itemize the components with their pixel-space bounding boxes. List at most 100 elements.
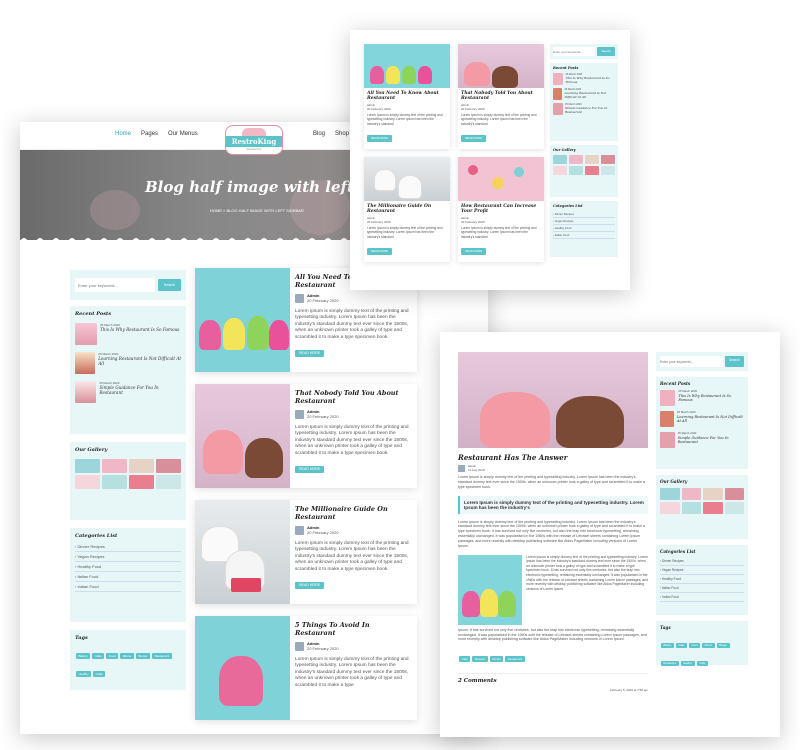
recent-post-title[interactable]: This Is Why Restaurant Is So Famous (565, 76, 615, 84)
tag[interactable]: Cake (92, 653, 105, 659)
recent-post-title[interactable]: Learning Restaurant Is Not Difficult At … (564, 91, 615, 99)
post-title[interactable]: The Millionaire Guide On Restaurant (295, 505, 412, 521)
category-item[interactable]: › Dinner Recipes (660, 557, 744, 566)
gallery-image[interactable] (703, 502, 723, 514)
category-label[interactable]: Italian Food (77, 574, 98, 579)
gallery-image[interactable] (601, 166, 615, 175)
tag[interactable]: Bakery (661, 643, 675, 648)
recent-post-item[interactable]: 25 March 2020 This Is Why Restaurant Is S… (75, 323, 181, 345)
gallery-image[interactable] (660, 502, 680, 514)
read-more-button[interactable]: READ MORE (461, 247, 486, 255)
gallery-image[interactable] (75, 459, 100, 473)
grid-post-title[interactable]: That Nobody Told You About Restaurant (461, 91, 541, 101)
category-label[interactable]: Indian Food (662, 595, 679, 599)
tag[interactable]: Restaurant (152, 653, 172, 659)
gallery-image[interactable] (585, 155, 599, 164)
gallery-image[interactable] (569, 166, 583, 175)
post-tag[interactable]: Restaurant (505, 656, 525, 663)
nav-blog[interactable]: Blog (313, 131, 325, 137)
gallery-image[interactable] (129, 475, 154, 489)
recent-post-title[interactable]: Learning Restaurant Is Not Difficult At … (677, 415, 744, 423)
recent-post-item[interactable]: 25 March 2020 Learning Restaurant Is Not … (75, 352, 181, 374)
tag[interactable]: Dinner (702, 643, 715, 648)
category-label[interactable]: Vegan Recipes (555, 219, 574, 223)
post-tag[interactable]: Drinks (489, 656, 504, 663)
category-label[interactable]: Vegan Recipes (77, 554, 104, 559)
category-item[interactable]: › Italian Food (553, 232, 615, 239)
post-title[interactable]: That Nobody Told You About Restaurant (295, 389, 412, 405)
post-image[interactable] (195, 384, 290, 488)
search-button[interactable]: Search (157, 279, 181, 291)
read-more-button[interactable]: READ MORE (295, 349, 325, 357)
category-label[interactable]: Healthy Food (77, 564, 101, 569)
recent-post-item[interactable]: 25 March 2020 Simple Guidance For You In … (75, 381, 181, 403)
gallery-image[interactable] (681, 488, 701, 500)
category-label[interactable]: Healthy Food (555, 226, 572, 230)
recent-post-title[interactable]: Simple Guidance For You In Restaurant (99, 385, 181, 395)
gallery-image[interactable] (102, 475, 127, 489)
tag[interactable]: Bakery (76, 653, 91, 659)
nav-home[interactable]: Home (115, 131, 131, 137)
gallery-image[interactable] (156, 459, 181, 473)
recent-post-item[interactable]: 25 March 2020 Learning Restaurant Is Not … (553, 88, 615, 100)
grid-post-image[interactable] (364, 44, 450, 88)
post-image[interactable] (195, 268, 290, 372)
grid-post-image[interactable] (458, 157, 544, 201)
tag[interactable]: Cake (676, 643, 688, 648)
tag[interactable]: Coffe (696, 661, 708, 666)
search-button[interactable]: Search (597, 47, 615, 56)
tag[interactable]: Burger (716, 643, 730, 648)
gallery-image[interactable] (102, 459, 127, 473)
category-label[interactable]: Dinner Recipes (555, 212, 574, 216)
recent-post-title[interactable]: Simple Guidance For You In Restaurant (678, 436, 744, 444)
grid-post-title[interactable]: The Millionaire Guide On Restaurant (367, 204, 447, 214)
gallery-image[interactable] (585, 166, 599, 175)
search-input[interactable] (553, 47, 596, 56)
category-item[interactable]: › Vegan Recipes (75, 552, 181, 562)
read-more-button[interactable]: READ MORE (295, 581, 325, 589)
recent-post-item[interactable]: 25 March 2020 Learning Restaurant Is Not … (660, 410, 744, 427)
category-label[interactable]: Vegan Recipes (662, 568, 683, 572)
tag[interactable]: Food (689, 643, 701, 648)
tag[interactable]: Food (106, 653, 119, 659)
category-item[interactable]: › Indian Food (75, 582, 181, 592)
category-label[interactable]: Indian Food (77, 584, 98, 589)
post-title[interactable]: 5 Things To Avoid In Restaurant (295, 621, 412, 637)
read-more-button[interactable]: READ MORE (461, 134, 486, 142)
category-label[interactable]: Italian Food (662, 586, 679, 590)
gallery-image[interactable] (75, 475, 100, 489)
post-image[interactable] (195, 500, 290, 604)
category-label[interactable]: Italian Food (555, 233, 570, 237)
grid-post-title[interactable]: All You Need To Know About Restaurant (367, 91, 447, 101)
recent-post-item[interactable]: 25 March 2020 Simple Guidance For You In … (660, 431, 744, 448)
read-more-button[interactable]: READ MORE (367, 134, 392, 142)
tag[interactable]: Burger (136, 653, 151, 659)
tag[interactable]: Dinner (120, 653, 135, 659)
category-label[interactable]: Healthy Food (662, 577, 681, 581)
search-input[interactable] (75, 278, 155, 292)
category-item[interactable]: › Healthy Food (660, 575, 744, 584)
gallery-image[interactable] (553, 166, 567, 175)
recent-post-title[interactable]: This Is Why Restaurant Is So Famous (100, 327, 179, 332)
category-item[interactable]: › Healthy Food (553, 225, 615, 232)
nav-pages[interactable]: Pages (141, 131, 158, 137)
post-image[interactable] (195, 616, 290, 720)
tag[interactable]: Healthy (680, 661, 695, 666)
category-item[interactable]: › Vegan Recipes (553, 218, 615, 225)
gallery-image[interactable] (724, 488, 744, 500)
gallery-image[interactable] (553, 155, 567, 164)
nav-shop[interactable]: Shop (335, 131, 349, 137)
category-item[interactable]: › Dinner Recipes (553, 211, 615, 218)
recent-post-title[interactable]: This Is Why Restaurant Is So Famous (678, 394, 744, 402)
category-item[interactable]: › Dinner Recipes (75, 542, 181, 552)
tag[interactable]: Coffe (93, 671, 106, 677)
category-item[interactable]: › Italian Food (75, 572, 181, 582)
gallery-image[interactable] (601, 155, 615, 164)
nav-our-menus[interactable]: Our Menus (168, 131, 198, 137)
post-tag[interactable]: Cafe (459, 656, 471, 663)
recent-post-item[interactable]: 25 March 2020 Simple Guidance For You In … (553, 103, 615, 115)
gallery-image[interactable] (156, 475, 181, 489)
gallery-image[interactable] (703, 488, 723, 500)
category-label[interactable]: Dinner Recipes (77, 544, 104, 549)
category-item[interactable]: › Indian Food (660, 593, 744, 602)
